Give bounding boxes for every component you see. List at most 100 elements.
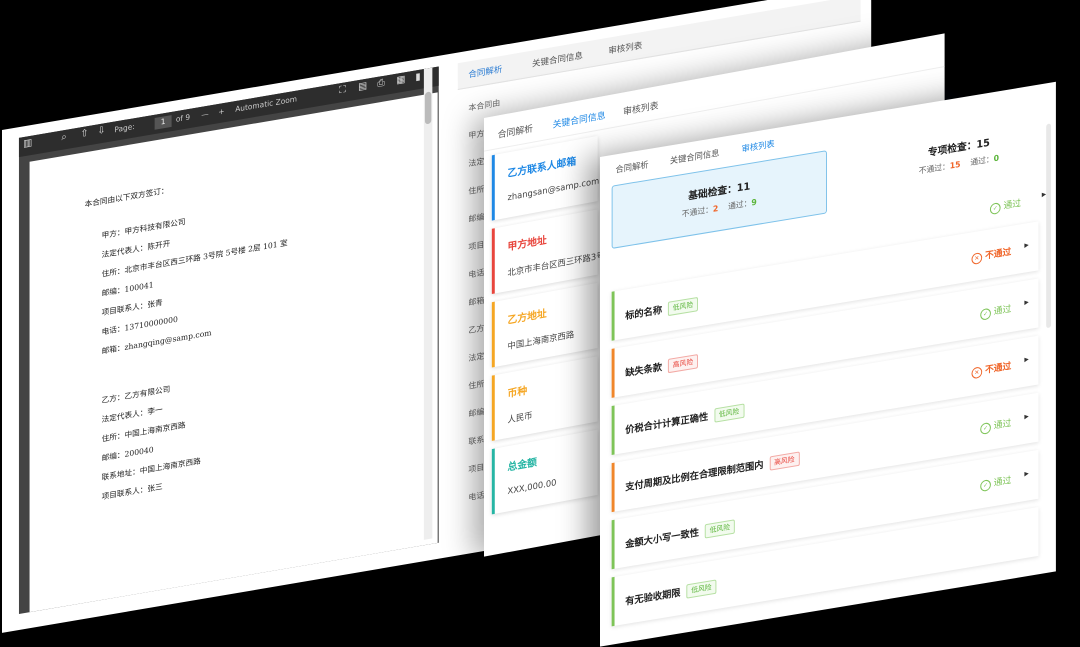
doc-line: 法定代表人：陈开开 xyxy=(101,238,171,260)
card-value: 北京市丰台区西三环路3号 xyxy=(507,250,605,279)
tab-audit-list[interactable]: 审核列表 xyxy=(608,39,642,57)
open-file-icon[interactable]: ▤ xyxy=(358,81,367,93)
audit-item-name: 缺失条款 高风险 xyxy=(625,353,698,380)
audit-list-scrollbar[interactable] xyxy=(1046,123,1052,329)
doc-line: 项目联系人：张三 xyxy=(101,481,163,502)
card-label: 币种 xyxy=(507,385,528,401)
card-accent xyxy=(491,448,495,515)
tab-contract-parse[interactable]: 合同解析 xyxy=(468,63,502,81)
risk-badge: 低风险 xyxy=(686,579,717,599)
zoom-in-button[interactable]: + xyxy=(218,107,224,117)
key-info-card[interactable]: 甲方地址 北京市丰台区西三环路3号 xyxy=(491,209,604,295)
chevron-right-icon[interactable]: ▸ xyxy=(1024,240,1028,251)
check-circle-icon: ✓ xyxy=(989,202,1001,216)
next-page-icon[interactable]: ⇩ xyxy=(97,125,105,137)
doc-line: 住所：中国上海南京西路 xyxy=(101,419,186,444)
tab-contract-parse[interactable]: 合同解析 xyxy=(498,121,533,141)
tab-key-info[interactable]: 关键合同信息 xyxy=(553,108,606,131)
card-label: 甲方地址 xyxy=(507,235,547,254)
key-info-card[interactable]: 总金额 XXX,000.00 xyxy=(491,429,598,515)
doc-line: 甲方：甲方科技有限公司 xyxy=(101,216,186,241)
stage: ▥ ⌕ ⇧ ⇩ Page: 1 of 9 — + Automatic Zoom … xyxy=(0,0,1080,647)
special-check-count: 15 xyxy=(976,137,990,152)
tab-audit-list[interactable]: 审核列表 xyxy=(742,137,775,155)
audit-item-name: 有无验收期限 低风险 xyxy=(625,578,717,608)
card-accent xyxy=(491,301,495,368)
risk-bar xyxy=(611,405,615,455)
previous-page-icon[interactable]: ⇧ xyxy=(80,128,88,140)
top-status-pass: ✓ 通过 xyxy=(989,196,1021,216)
card-accent xyxy=(491,154,495,221)
fail-circle-icon: ✕ xyxy=(971,252,983,266)
fullscreen-icon[interactable]: ⛶ xyxy=(339,84,346,96)
card-value: zhangsan@samp.com xyxy=(507,176,600,204)
chevron-right-icon[interactable]: ▸ xyxy=(1024,412,1028,423)
basic-pass-count: 9 xyxy=(751,197,757,208)
special-pass-count: 0 xyxy=(993,153,1000,164)
doc-line: 项目联系人：张青 xyxy=(101,297,163,318)
search-icon[interactable]: ⌕ xyxy=(61,132,66,144)
doc-line: 邮编：200040 xyxy=(101,444,154,463)
print-icon[interactable]: ⎙ xyxy=(377,78,385,90)
key-info-card[interactable]: 币种 人民币 xyxy=(491,356,598,441)
audit-list-panel: 合同解析 关键合同信息 审核列表 基础检查：11 不通过：2 通过：9 专项检查… xyxy=(600,81,1056,647)
page-total: of 9 xyxy=(175,113,191,125)
tab-contract-parse[interactable]: 合同解析 xyxy=(616,158,649,176)
audit-item-name: 标的名称 低风险 xyxy=(625,296,698,323)
download-icon[interactable]: ▦ xyxy=(396,74,405,86)
basic-check-count: 11 xyxy=(736,181,751,195)
risk-badge: 低风险 xyxy=(713,403,745,423)
parse-row: 本合同由 xyxy=(468,97,501,113)
doc-line: 乙方：乙方有限公司 xyxy=(101,383,171,406)
check-circle-icon: ✓ xyxy=(980,479,991,493)
chevron-right-icon[interactable]: ▸ xyxy=(1024,469,1028,480)
risk-bar xyxy=(611,576,615,627)
audit-item-name: 价税合计计算正确性 低风险 xyxy=(625,403,745,438)
risk-badge: 高风险 xyxy=(667,354,698,374)
audit-status-pass: ✓ 通过 xyxy=(980,473,1011,493)
card-accent xyxy=(491,228,495,295)
sidebar-toggle-icon[interactable]: ▥ xyxy=(23,138,32,150)
card-label: 乙方联系人邮箱 xyxy=(507,156,577,180)
audit-status-pass: ✓ 通过 xyxy=(980,416,1011,435)
audit-status-fail: ✕ 不通过 xyxy=(971,358,1011,380)
tab-key-info[interactable]: 关键合同信息 xyxy=(670,146,719,167)
key-info-card[interactable]: 乙方联系人邮箱 zhangsan@samp.com xyxy=(491,135,600,221)
zoom-select[interactable]: Automatic Zoom xyxy=(235,95,297,114)
audit-item-name: 金额大小写一致性 低风险 xyxy=(625,518,735,551)
zoom-out-button[interactable]: — xyxy=(201,110,208,120)
pdf-scrollbar[interactable] xyxy=(423,67,433,540)
chevron-right-icon[interactable]: ▸ xyxy=(1024,355,1028,366)
card-value: 中国上海南京西路 xyxy=(507,329,575,353)
bookmark-icon[interactable]: ▮ xyxy=(415,72,420,84)
card-label: 乙方地址 xyxy=(507,308,547,327)
card-value: XXX,000.00 xyxy=(507,478,557,498)
doc-line: 邮编：100041 xyxy=(101,279,154,299)
risk-badge: 低风险 xyxy=(667,296,698,317)
risk-bar xyxy=(611,462,615,513)
page-label: Page: xyxy=(114,122,135,135)
check-circle-icon: ✓ xyxy=(980,307,991,321)
card-accent xyxy=(491,375,495,441)
audit-item-name: 支付周期及比例在合理限制范围内 高风险 xyxy=(625,451,800,495)
special-fail-count: 15 xyxy=(949,159,961,171)
doc-line: 住所：北京市丰台区西三环路 3号院 5号楼 2层 101 室 xyxy=(101,237,288,279)
check-circle-icon: ✓ xyxy=(980,421,991,435)
risk-bar xyxy=(611,291,615,341)
card-value: 人民币 xyxy=(507,411,533,426)
chevron-right-icon[interactable]: ▸ xyxy=(1024,297,1028,308)
key-info-card[interactable]: 乙方地址 中国上海南京西路 xyxy=(491,282,598,368)
fail-circle-icon: ✕ xyxy=(971,366,983,380)
audit-status-fail: ✕ 不通过 xyxy=(971,244,1011,266)
card-label: 总金额 xyxy=(507,457,537,474)
risk-badge: 高风险 xyxy=(769,451,800,471)
audit-status-pass: ✓ 通过 xyxy=(980,301,1011,321)
risk-bar xyxy=(611,348,615,398)
tab-audit-list[interactable]: 审核列表 xyxy=(623,98,658,118)
risk-badge: 低风险 xyxy=(704,519,735,539)
doc-line: 法定代表人：李一 xyxy=(101,404,163,425)
tab-key-info[interactable]: 关键合同信息 xyxy=(532,50,583,70)
pdf-page: 本合同由以下双方签订： 甲方：甲方科技有限公司 法定代表人：陈开开 住所：北京市… xyxy=(29,92,438,613)
basic-fail-count: 2 xyxy=(712,203,719,214)
page-number-input[interactable]: 1 xyxy=(154,115,172,130)
